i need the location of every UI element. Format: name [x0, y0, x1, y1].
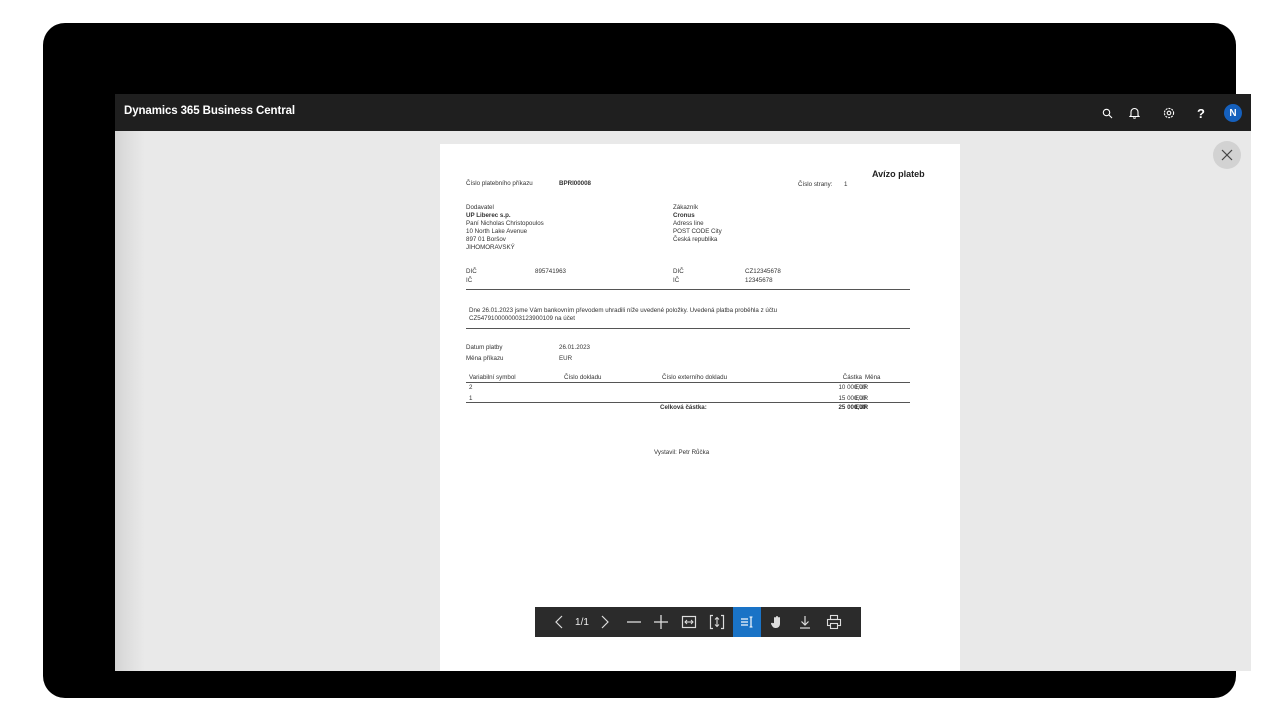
download-button[interactable]	[794, 607, 816, 637]
customer-heading: Zákazník	[673, 204, 699, 211]
prev-page-button[interactable]	[551, 607, 567, 637]
customer-address-1: Adress line	[673, 220, 704, 227]
print-button[interactable]	[822, 607, 846, 637]
zoom-in-button[interactable]	[650, 607, 672, 637]
supplier-address-2: 897 01 Boršov	[466, 236, 506, 243]
customer-reg-label: IČ	[673, 277, 680, 284]
col-header-variable-symbol: Variabilní symbol	[469, 374, 516, 381]
chevron-right-icon	[601, 615, 609, 629]
page-indicator: 1/1	[575, 616, 589, 628]
close-button[interactable]	[1213, 141, 1241, 169]
supplier-address-1: 10 North Lake Avenue	[466, 228, 528, 235]
supplier-name: UP Liberec s.p.	[466, 212, 511, 219]
order-number-label: Číslo platebního příkazu	[466, 180, 533, 187]
col-header-external-doc-no: Číslo externího dokladu	[662, 374, 728, 381]
printer-icon	[826, 614, 842, 630]
message-line-2: CZ5479100000003123900109 na účet	[469, 315, 575, 322]
zoom-out-button[interactable]	[623, 607, 645, 637]
supplier-contact: Paní Nicholas Christopoulos	[466, 220, 544, 227]
fit-page-button[interactable]	[706, 607, 728, 637]
close-icon	[1221, 149, 1233, 161]
next-page-button[interactable]	[597, 607, 613, 637]
total-label: Celková částka:	[660, 404, 707, 411]
plus-icon	[654, 615, 668, 629]
hand-icon	[770, 616, 780, 628]
row-currency: EUR	[855, 384, 869, 391]
customer-reg: 12345678	[745, 277, 773, 284]
row-currency: EUR	[855, 395, 869, 402]
top-bar: Dynamics 365 Business Central ? N	[115, 94, 1251, 131]
download-icon	[800, 616, 810, 629]
row-variable-symbol: 2	[469, 384, 473, 391]
payment-date: 26.01.2023	[559, 344, 590, 351]
supplier-reg-label: IČ	[466, 277, 473, 284]
report-page: Avízo plateb Číslo platebního příkazu BP…	[440, 144, 960, 671]
page-number-label: Číslo strany:	[798, 181, 833, 188]
user-avatar[interactable]: N	[1224, 104, 1242, 122]
order-number: BPRI00008	[559, 180, 591, 187]
divider	[466, 402, 910, 403]
customer-name: Cronus	[673, 212, 695, 219]
side-shadow	[115, 131, 145, 671]
fit-page-icon	[709, 614, 725, 630]
currency: EUR	[559, 355, 573, 362]
col-header-amount: Částka	[842, 374, 862, 381]
customer-vat-label: DIČ	[673, 268, 684, 275]
supplier-vat: 895741963	[535, 268, 566, 275]
currency-label: Měna příkazu	[466, 355, 504, 362]
divider	[466, 289, 910, 290]
text-select-icon	[741, 616, 753, 628]
minus-icon	[627, 621, 641, 623]
device-frame: Dynamics 365 Business Central ? N Avízo …	[43, 23, 1251, 698]
message-line-1: Dne 26.01.2023 jsme Vám bankovním převod…	[469, 307, 778, 314]
customer-country: Česká republika	[673, 236, 718, 243]
divider	[466, 328, 910, 329]
customer-address-2: POST CODE City	[673, 228, 722, 235]
report-title: Avízo plateb	[872, 169, 925, 179]
row-variable-symbol: 1	[469, 395, 473, 402]
gear-icon[interactable]	[1159, 103, 1179, 123]
chevron-left-icon	[555, 615, 563, 629]
pdf-viewer-toolbar: 1/1	[535, 607, 861, 637]
supplier-region: JIHOMORAVSKÝ	[466, 244, 515, 251]
app-window: Dynamics 365 Business Central ? N Avízo …	[115, 94, 1251, 671]
supplier-vat-label: DIČ	[466, 268, 477, 275]
text-select-button[interactable]	[733, 607, 761, 637]
fit-width-button[interactable]	[678, 607, 700, 637]
bell-icon[interactable]	[1124, 103, 1144, 123]
customer-vat: CZ12345678	[745, 268, 781, 275]
payment-date-label: Datum platby	[466, 344, 503, 351]
col-header-currency: Měna	[865, 374, 881, 381]
pan-button[interactable]	[766, 607, 788, 637]
search-icon[interactable]	[1097, 103, 1117, 123]
help-icon[interactable]: ?	[1191, 103, 1211, 123]
issued-by: Vystavil: Petr Růčka	[654, 449, 710, 456]
col-header-document-no: Číslo dokladu	[564, 374, 602, 381]
app-title: Dynamics 365 Business Central	[124, 105, 295, 117]
supplier-heading: Dodavatel	[466, 204, 494, 211]
page-number: 1	[844, 181, 848, 188]
total-currency: EUR	[855, 404, 869, 411]
fit-width-icon	[681, 615, 697, 629]
divider	[466, 382, 910, 383]
